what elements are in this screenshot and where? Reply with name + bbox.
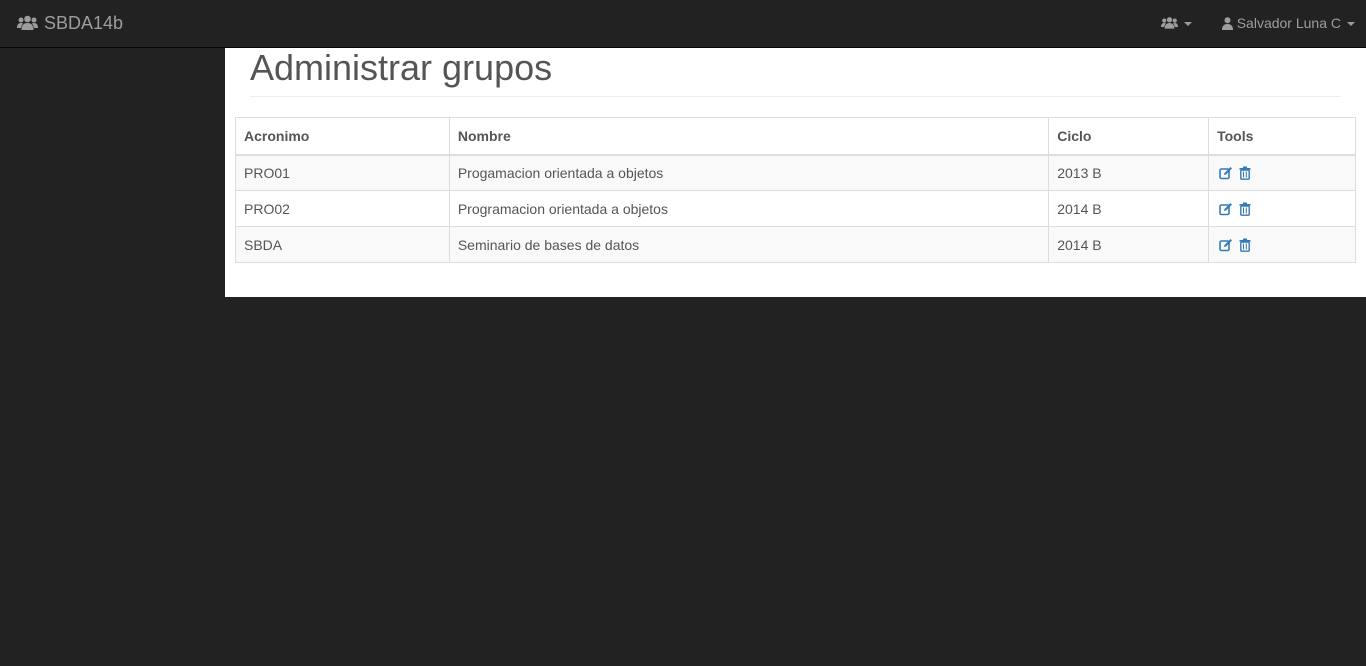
cell-ciclo: 2013 B [1048, 154, 1210, 191]
table-header-row: Acronimo Nombre Ciclo Tools [235, 117, 1356, 156]
edit-icon[interactable] [1219, 202, 1233, 216]
cell-nombre: Progamacion orientada a objetos [448, 154, 1050, 191]
brand-label: SBDA14b [44, 12, 124, 33]
cell-acronimo: PRO01 [235, 154, 450, 191]
user-dropdown[interactable]: Salvador Luna C [1221, 0, 1366, 46]
column-header-acronimo: Acronimo [235, 117, 450, 156]
users-icon [1160, 16, 1178, 30]
table-row: SBDA Seminario de bases de datos 2014 B [235, 226, 1356, 263]
edit-icon[interactable] [1219, 166, 1233, 180]
cell-ciclo: 2014 B [1048, 226, 1210, 263]
cell-tools [1208, 154, 1356, 191]
groups-table: Acronimo Nombre Ciclo Tools PRO01 Progam… [235, 117, 1356, 263]
cell-nombre: Seminario de bases de datos [448, 226, 1050, 263]
table-row: PRO01 Progamacion orientada a objetos 20… [235, 154, 1356, 191]
column-header-ciclo: Ciclo [1048, 117, 1210, 156]
trash-icon[interactable] [1238, 202, 1252, 216]
user-icon [1221, 16, 1233, 30]
title-divider [250, 96, 1341, 97]
user-name: Salvador Luna C [1236, 15, 1341, 31]
edit-icon[interactable] [1219, 238, 1233, 252]
cell-acronimo: PRO02 [235, 190, 450, 227]
cell-tools [1208, 226, 1356, 263]
cell-nombre: Programacion orientada a objetos [448, 190, 1050, 227]
brand-link[interactable]: SBDA14b [17, 0, 123, 46]
chevron-down-icon [1183, 22, 1192, 26]
cell-ciclo: 2014 B [1048, 190, 1210, 227]
chevron-down-icon [1347, 22, 1355, 26]
groups-dropdown[interactable] [1160, 0, 1204, 46]
table-row: PRO02 Programacion orientada a objetos 2… [235, 190, 1356, 227]
trash-icon[interactable] [1238, 166, 1252, 180]
cell-acronimo: SBDA [235, 226, 450, 263]
column-header-tools: Tools [1208, 117, 1356, 156]
users-icon [17, 15, 38, 31]
main-panel: Administrar grupos Acronimo Nombre Ciclo… [225, 48, 1366, 297]
page-title: Administrar grupos [250, 47, 553, 88]
trash-icon[interactable] [1238, 238, 1252, 252]
column-header-nombre: Nombre [448, 117, 1050, 156]
cell-tools [1208, 190, 1356, 227]
top-navbar: SBDA14b Salvador Luna C [0, 0, 1366, 48]
